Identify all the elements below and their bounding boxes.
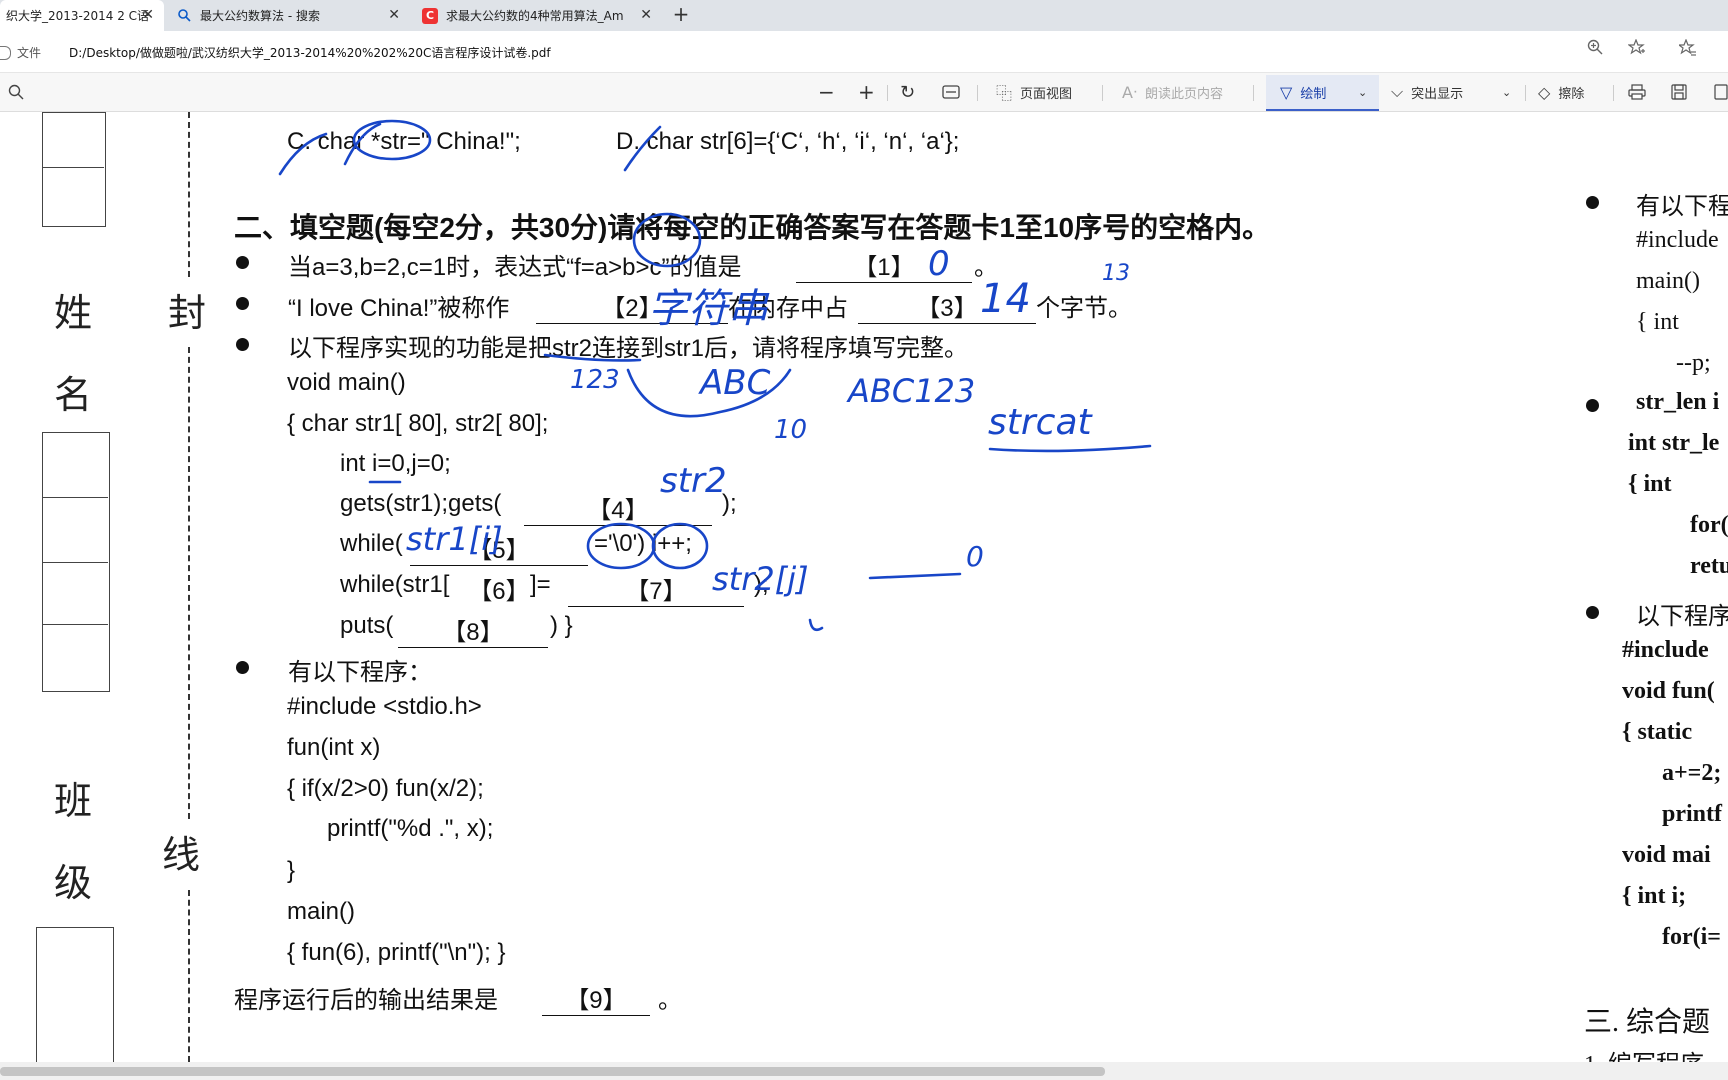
ink-note: 0 <box>966 540 984 573</box>
ink-circle <box>586 522 656 570</box>
csdn-icon: C <box>422 7 438 24</box>
ink-stroke <box>868 572 962 580</box>
read-aloud-icon: Aᐧ <box>1122 82 1138 102</box>
page-view-label: 页面视图 <box>1020 86 1073 102</box>
horizontal-scrollbar[interactable] <box>0 1062 1728 1080</box>
zoom-out-button[interactable]: − <box>818 80 835 104</box>
pdf-toolbar-right: ⌵ 突出显示 ⌄ ◇ 擦除 <box>1388 73 1728 111</box>
zoom-in-button[interactable]: + <box>858 80 875 104</box>
file-label: 文件 <box>17 46 42 60</box>
pdf-search-icon[interactable] <box>8 81 24 103</box>
tab-title: 最大公约数算法 - 搜索 <box>200 9 320 23</box>
file-indicator[interactable]: 文件 <box>0 44 41 61</box>
new-tab-button[interactable]: + <box>668 2 694 26</box>
chevron-down-icon[interactable]: ⌄ <box>1358 81 1367 103</box>
tab-title: 求最大公约数的4种常用算法_Am <box>446 9 624 23</box>
ink-note: 123 <box>570 365 620 395</box>
tab-csdn[interactable]: C 求最大公约数的4种常用算法_Am ✕ <box>416 0 662 31</box>
pdf-page: 姓 名 班 级 封 线 C. char *str=" China!"; D. c… <box>0 112 1728 1062</box>
address-bar: 文件 D:/Desktop/做做题啦/武汉纺织大学_2013-2014%20%2… <box>0 31 1728 73</box>
ink-answer-1: 0 <box>928 244 950 284</box>
info-icon <box>0 45 11 60</box>
zoom-icon[interactable] <box>1587 39 1603 59</box>
ink-circle <box>352 119 432 161</box>
tab-search[interactable]: 最大公约数算法 - 搜索 ✕ <box>170 0 410 31</box>
ink-layer: 0 字符串 14 13 123 ABC ABC123 10 strcat str… <box>278 119 1152 632</box>
tab-title: 织大学_2013-2014 2 C语 <box>6 9 150 23</box>
ink-note: str2[j] <box>712 560 809 598</box>
close-icon[interactable]: ✕ <box>142 7 154 23</box>
ink-circle <box>651 522 709 570</box>
ink-note: str2 <box>660 461 727 501</box>
tab-bar: 织大学_2013-2014 2 C语 ✕ 最大公约数算法 - 搜索 ✕ C 求最… <box>0 0 1728 31</box>
draw-pen-icon: ▽ <box>1280 82 1293 102</box>
print-icon[interactable] <box>1628 81 1646 103</box>
scrollbar-thumb[interactable] <box>0 1067 1105 1076</box>
ink-note: strcat <box>988 402 1094 443</box>
highlighter-icon: ⌵ <box>1391 82 1404 101</box>
fit-width-icon[interactable] <box>942 81 960 103</box>
ink-circle <box>632 212 702 268</box>
ink-note: ABC123 <box>846 372 975 410</box>
ink-note: ABC <box>698 363 771 403</box>
ink-stroke <box>808 618 824 632</box>
close-icon[interactable]: ✕ <box>388 7 400 23</box>
close-icon[interactable]: ✕ <box>640 7 652 23</box>
search-icon <box>176 8 192 24</box>
ink-note: 13 <box>1102 261 1130 286</box>
ink-stroke <box>623 125 662 172</box>
erase-button[interactable]: ◇ 擦除 <box>1538 81 1584 103</box>
ink-note: 10 <box>774 415 807 445</box>
favorite-add-icon[interactable] <box>1627 38 1646 61</box>
page-view-icon: ⿻ <box>996 84 1013 103</box>
erase-label: 擦除 <box>1558 86 1585 102</box>
highlight-label: 突出显示 <box>1411 86 1464 102</box>
read-aloud-button[interactable]: Aᐧ 朗读此页内容 <box>1122 81 1223 103</box>
ink-stroke <box>543 353 642 362</box>
ink-answer-3: 14 <box>980 276 1031 322</box>
ink-stroke <box>988 444 1152 453</box>
eraser-icon: ◇ <box>1538 82 1551 102</box>
page-view-button[interactable]: ⿻ 页面视图 <box>996 81 1072 103</box>
read-aloud-label: 朗读此页内容 <box>1145 86 1224 102</box>
chevron-down-icon[interactable]: ⌄ <box>1502 81 1511 103</box>
rotate-icon[interactable]: ↻ <box>900 81 915 103</box>
tab-pdf[interactable]: 织大学_2013-2014 2 C语 ✕ <box>0 0 164 31</box>
save-icon[interactable] <box>1671 81 1687 103</box>
highlight-button[interactable]: ⌵ 突出显示 <box>1391 81 1463 103</box>
ink-stroke <box>278 132 328 176</box>
save-as-icon[interactable] <box>1714 81 1728 103</box>
ink-answer-2: 字符串 <box>648 286 770 332</box>
url-input[interactable]: D:/Desktop/做做题啦/武汉纺织大学_2013-2014%20%202%… <box>69 44 551 61</box>
draw-button[interactable]: ▽ 绘制 ⌄ <box>1266 75 1379 111</box>
ink-note: str1[i] <box>406 520 503 558</box>
favorites-icon[interactable] <box>1677 38 1697 61</box>
draw-label: 绘制 <box>1300 86 1327 102</box>
